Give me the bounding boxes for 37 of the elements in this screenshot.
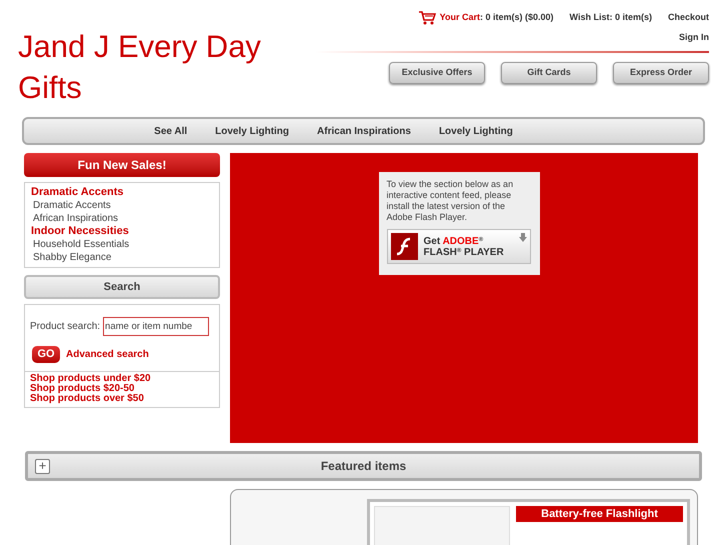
category-heading[interactable]: Dramatic Accents	[31, 186, 213, 199]
get-flash-player-button[interactable]: Get ADOBE$^{®}$ FLASH$^{®}$ PLAYER	[386, 229, 530, 264]
search-input[interactable]: name or item numbe	[103, 317, 210, 336]
cart-link[interactable]: Your Cart: 0 item(s) ($0.00)	[440, 10, 554, 24]
category-heading[interactable]: Indoor Necessities	[31, 225, 213, 238]
sales-button[interactable]: Fun New Sales!	[24, 153, 220, 177]
price-link[interactable]: Shop products over $50	[30, 394, 214, 404]
flash-notice-text: To view the section below as an interactive content feed, please install the latest version of the Adobe Flash Player.	[386, 179, 514, 223]
header-button[interactable]: Gift Cards	[501, 62, 597, 84]
nav-link[interactable]: See All	[154, 124, 188, 138]
header-button[interactable]: Express Order	[613, 62, 709, 84]
category-link[interactable]: Household Essentials	[31, 238, 213, 251]
nav-link[interactable]: African Inspirations	[317, 124, 411, 138]
nav-link[interactable]: Lovely Lighting	[215, 124, 290, 138]
category-link[interactable]: Shabby Elegance	[31, 251, 213, 264]
search-heading: Search	[104, 280, 140, 295]
checkout-link[interactable]: Checkout	[668, 10, 709, 24]
price-link[interactable]: Shop products $20-50	[30, 384, 214, 394]
get-adobe-text: Get ADOBE$^{®}$	[424, 236, 484, 246]
site-title[interactable]: Jand J Every Day Gifts	[0, 0, 300, 112]
flash-logo-icon	[390, 233, 418, 260]
expand-button[interactable]: +	[35, 458, 50, 474]
category-link[interactable]: African Inspirations	[31, 212, 213, 225]
sign-in-link[interactable]: Sign In	[679, 31, 709, 44]
go-button[interactable]: GO	[32, 346, 60, 363]
product-title[interactable]: Battery-free Flashlight	[516, 506, 683, 522]
wish-list-link[interactable]: Wish List: 0 item(s)	[570, 10, 652, 24]
flash-player-text: FLASH$^{®}$ PLAYER	[424, 246, 504, 258]
download-arrow-icon	[518, 233, 526, 242]
category-link[interactable]: Dramatic Accents	[31, 199, 213, 212]
advanced-search-link[interactable]: Advanced search	[66, 347, 149, 362]
price-link[interactable]: Shop products under $20	[30, 374, 214, 384]
nav-link[interactable]: Lovely Lighting	[438, 124, 513, 138]
search-label: Product search:	[30, 320, 100, 334]
featured-heading: Featured items	[320, 458, 406, 475]
cart-icon[interactable]	[418, 10, 436, 25]
header-button[interactable]: Exclusive Offers	[389, 62, 485, 84]
